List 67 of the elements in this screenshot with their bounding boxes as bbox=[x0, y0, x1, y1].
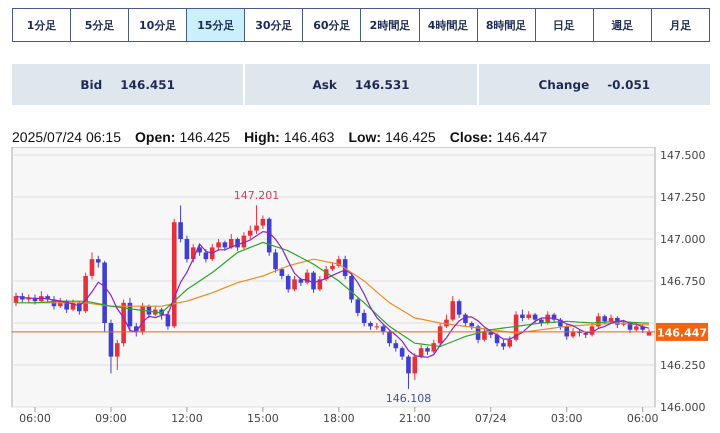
quote-label: Bid bbox=[80, 78, 102, 92]
price-axis-label: 147.000 bbox=[660, 233, 706, 246]
candlestick bbox=[507, 336, 512, 349]
ohlc-label: Low: bbox=[348, 129, 382, 145]
time-axis-label: 18:00 bbox=[323, 412, 355, 425]
candlestick bbox=[520, 309, 525, 322]
ohlc-label: Open: bbox=[135, 129, 176, 145]
candlestick bbox=[456, 298, 462, 318]
ohlc-label: Close: bbox=[450, 129, 492, 145]
candlestick bbox=[387, 329, 392, 348]
price-axis-label: 147.250 bbox=[660, 191, 706, 204]
candle-datetime: 2025/07/24 06:15 bbox=[12, 129, 121, 145]
price-axis-label: 146.000 bbox=[660, 401, 706, 414]
last-price-badge: 146.447 bbox=[656, 322, 708, 341]
time-axis-label: 06:00 bbox=[19, 412, 51, 425]
candlestick bbox=[400, 346, 404, 360]
candlestick bbox=[90, 252, 94, 280]
ohlc-value: 146.447 bbox=[496, 129, 548, 145]
ohlc-value: 146.425 bbox=[385, 129, 436, 145]
time-axis-label: 12:00 bbox=[171, 412, 203, 425]
high-price-label: 147.201 bbox=[234, 189, 280, 202]
candlestick bbox=[349, 274, 354, 304]
candlestick bbox=[362, 309, 366, 327]
time-axis-label: 15:00 bbox=[247, 412, 279, 425]
candlestick bbox=[222, 240, 228, 252]
candlestick bbox=[412, 352, 418, 381]
time-axis-label: 21:00 bbox=[398, 412, 431, 425]
candlestick bbox=[292, 275, 297, 292]
candlestick bbox=[114, 339, 120, 371]
candlestick bbox=[450, 296, 456, 322]
candlestick bbox=[273, 248, 278, 274]
candlestick bbox=[394, 339, 398, 352]
ohlc-value: 146.425 bbox=[179, 129, 230, 145]
candlestick bbox=[280, 267, 284, 280]
candlestick bbox=[184, 235, 190, 264]
ohlc-value: 146.463 bbox=[284, 129, 334, 145]
quote-value: 146.451 bbox=[120, 78, 175, 92]
quote-value: 146.531 bbox=[354, 78, 410, 92]
candlestick bbox=[418, 344, 424, 359]
candlestick bbox=[532, 312, 538, 324]
price-axis-label: 146.750 bbox=[660, 275, 706, 288]
quote-label: Ask bbox=[312, 78, 337, 92]
quote-value: -0.051 bbox=[607, 78, 650, 92]
candlestick bbox=[248, 225, 253, 240]
ohlc-label: High: bbox=[244, 129, 280, 145]
candlestick bbox=[216, 238, 221, 252]
time-axis-label: 09:00 bbox=[95, 412, 127, 425]
candlestick bbox=[406, 354, 411, 390]
time-axis-label: 07/24 bbox=[474, 412, 507, 425]
candlestick bbox=[254, 204, 259, 234]
candlestick bbox=[260, 214, 266, 230]
low-price-label: 146.108 bbox=[386, 392, 432, 405]
candlestick bbox=[166, 310, 170, 330]
time-axis-label: 06:00 bbox=[626, 412, 659, 425]
price-axis-label: 147.500 bbox=[660, 149, 706, 162]
timeframe-tab[interactable]: 15分足 bbox=[186, 9, 244, 41]
candlestick bbox=[204, 248, 208, 264]
price-axis-label: 146.250 bbox=[660, 359, 706, 372]
candlestick bbox=[96, 255, 101, 268]
candlestick bbox=[356, 297, 360, 317]
candlestick bbox=[380, 324, 386, 336]
time-axis-label: 03:00 bbox=[550, 412, 583, 425]
candlestick bbox=[286, 274, 290, 294]
candlestick bbox=[501, 339, 506, 350]
quote-label: Change bbox=[538, 78, 590, 92]
candlestick bbox=[178, 204, 183, 243]
candlestick bbox=[311, 270, 316, 294]
